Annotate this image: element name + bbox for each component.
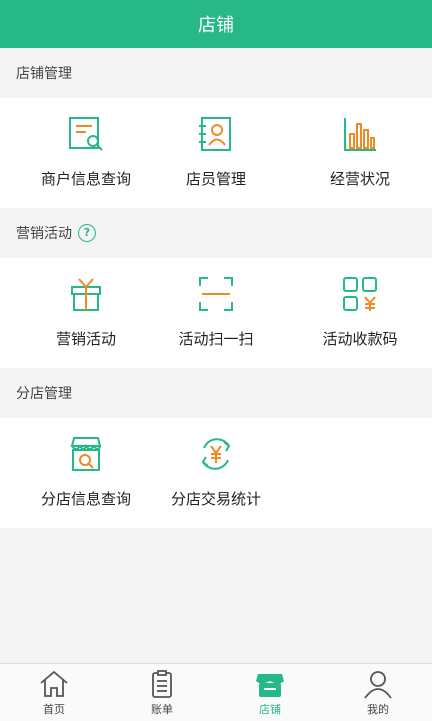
store-search-icon — [70, 437, 102, 471]
gift-icon — [71, 278, 101, 311]
item-label: 活动收款码 — [322, 330, 398, 348]
store-icon — [256, 674, 284, 697]
tab-label: 账单 — [151, 703, 173, 716]
item-label: 店员管理 — [185, 170, 246, 188]
tab-label: 店铺 — [259, 703, 281, 716]
tab-store[interactable]: 店铺 — [216, 664, 324, 721]
item-label: 活动扫一扫 — [178, 330, 254, 348]
payment-qr-icon — [343, 277, 377, 311]
tab-label: 我的 — [367, 703, 389, 716]
home-icon — [40, 670, 68, 697]
panel-marketing: 营销活动 活动扫一扫 活动收款码 — [0, 258, 432, 368]
tab-bills[interactable]: 账单 — [108, 664, 216, 721]
page-title: 店铺 — [198, 15, 234, 36]
yuan-cycle-icon — [201, 438, 231, 470]
activity-payment-code-button[interactable]: 活动收款码 — [292, 258, 428, 368]
business-status-button[interactable]: 经营状况 — [292, 98, 428, 208]
panel-branch-management: 分店信息查询 分店交易统计 — [0, 418, 432, 528]
tab-home[interactable]: 首页 — [0, 664, 108, 721]
section-header-marketing: 营销活动 ? — [0, 208, 432, 258]
item-label: 分店信息查询 — [40, 490, 131, 508]
bar-chart-icon — [344, 118, 376, 151]
branch-transaction-stats-button[interactable]: 分店交易统计 — [156, 418, 276, 528]
tab-mine[interactable]: 我的 — [324, 664, 432, 721]
section-header-shop-management: 店铺管理 — [0, 48, 432, 98]
item-label: 经营状况 — [329, 170, 390, 188]
item-label: 营销活动 — [55, 330, 116, 348]
scan-icon — [199, 277, 233, 311]
user-icon — [364, 671, 392, 699]
merchant-info-query-button[interactable]: 商户信息查询 — [16, 98, 156, 208]
staff-management-button[interactable]: 店员管理 — [156, 98, 276, 208]
item-label: 分店交易统计 — [170, 490, 261, 508]
marketing-activity-button[interactable]: 营销活动 — [16, 258, 156, 368]
section-header-branch-management: 分店管理 — [0, 368, 432, 418]
staff-card-icon — [199, 117, 231, 151]
activity-scan-button[interactable]: 活动扫一扫 — [156, 258, 276, 368]
merchant-search-icon — [69, 117, 103, 151]
section-title: 分店管理 — [16, 386, 72, 402]
question-icon[interactable]: ? — [78, 224, 96, 242]
panel-shop-management: 商户信息查询 店员管理 经营状况 — [0, 98, 432, 208]
top-bar: 店铺 — [0, 0, 432, 48]
section-title: 营销活动 — [16, 226, 72, 242]
branch-info-query-button[interactable]: 分店信息查询 — [16, 418, 156, 528]
item-label: 商户信息查询 — [40, 170, 131, 188]
section-title: 店铺管理 — [16, 66, 72, 82]
bottom-tab-bar: 首页 账单 店铺 我的 — [0, 663, 432, 721]
clipboard-icon — [152, 670, 172, 698]
tab-label: 首页 — [43, 703, 65, 716]
